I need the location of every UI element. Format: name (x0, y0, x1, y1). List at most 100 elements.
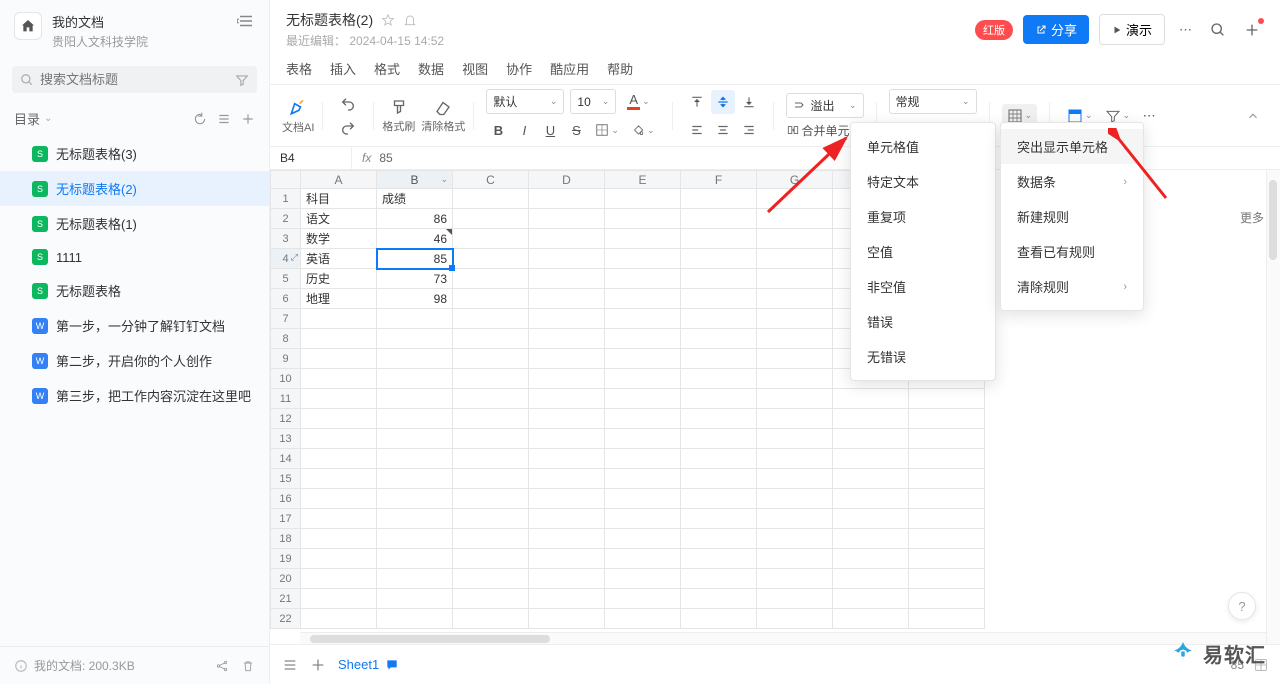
menu-酷应用[interactable]: 酷应用 (550, 59, 589, 78)
name-box[interactable]: B4 (270, 147, 352, 169)
cell[interactable] (605, 529, 681, 549)
cell[interactable] (681, 609, 757, 629)
cell[interactable]: 地理 (301, 289, 377, 309)
cell[interactable] (681, 589, 757, 609)
cell[interactable] (529, 409, 605, 429)
cell[interactable] (909, 569, 985, 589)
cell[interactable] (453, 209, 529, 229)
clear-format-button[interactable]: 清除格式 (419, 96, 467, 136)
cell[interactable] (529, 349, 605, 369)
cell[interactable] (757, 569, 833, 589)
cell[interactable] (377, 369, 453, 389)
cell[interactable] (757, 549, 833, 569)
menu-帮助[interactable]: 帮助 (607, 59, 633, 78)
cell[interactable] (453, 349, 529, 369)
cell[interactable] (453, 589, 529, 609)
cell[interactable] (605, 469, 681, 489)
cell[interactable] (757, 469, 833, 489)
present-button[interactable]: 演示 (1099, 14, 1165, 45)
select-all-corner[interactable] (271, 171, 301, 189)
row-header[interactable]: 21 (271, 589, 301, 609)
cell[interactable]: 98 (377, 289, 453, 309)
cell[interactable] (833, 489, 909, 509)
sidebar-item[interactable]: W第二步，开启你的个人创作 (0, 343, 269, 378)
cell[interactable] (833, 509, 909, 529)
menu-协作[interactable]: 协作 (506, 59, 532, 78)
font-size-select[interactable]: 10⌄ (570, 89, 616, 114)
cell[interactable] (453, 269, 529, 289)
menu-item[interactable]: 数据条› (1001, 164, 1143, 199)
sidebar-item[interactable]: W第三步，把工作内容沉淀在这里吧 (0, 378, 269, 413)
cell[interactable] (529, 489, 605, 509)
add-sheet-button[interactable] (310, 657, 326, 673)
cell[interactable] (301, 609, 377, 629)
cell[interactable] (529, 389, 605, 409)
search-input[interactable] (40, 72, 231, 87)
row-header[interactable]: 6 (271, 289, 301, 309)
vertical-scrollbar[interactable] (1266, 170, 1280, 644)
row-header[interactable]: 12 (271, 409, 301, 429)
cell[interactable] (453, 529, 529, 549)
cell[interactable] (605, 429, 681, 449)
toolbar-collapse-button[interactable] (1246, 109, 1270, 123)
cell[interactable] (453, 229, 529, 249)
sidebar-item[interactable]: S无标题表格(2) (0, 171, 269, 206)
menu-格式[interactable]: 格式 (374, 59, 400, 78)
menu-item[interactable]: 单元格值 (851, 129, 995, 164)
cell[interactable] (377, 589, 453, 609)
cell[interactable] (301, 329, 377, 349)
cell[interactable] (605, 609, 681, 629)
cell[interactable] (377, 469, 453, 489)
sidebar-item[interactable]: S无标题表格(1) (0, 206, 269, 241)
cell[interactable] (909, 509, 985, 529)
column-header[interactable]: F (681, 171, 757, 189)
cell[interactable] (453, 609, 529, 629)
cell[interactable] (757, 189, 833, 209)
cell[interactable] (833, 589, 909, 609)
cell[interactable] (909, 449, 985, 469)
cell[interactable] (529, 269, 605, 289)
cell[interactable] (757, 509, 833, 529)
cell[interactable] (681, 369, 757, 389)
cell[interactable] (833, 569, 909, 589)
cell[interactable] (605, 349, 681, 369)
cell[interactable]: 历史 (301, 269, 377, 289)
cell[interactable] (377, 509, 453, 529)
cell[interactable] (377, 609, 453, 629)
menu-item[interactable]: 非空值 (851, 269, 995, 304)
cell[interactable] (681, 529, 757, 549)
add-button[interactable] (1240, 18, 1264, 42)
row-header[interactable]: 15 (271, 469, 301, 489)
cell[interactable] (909, 469, 985, 489)
sidebar-collapse-button[interactable] (237, 12, 255, 30)
filter-icon[interactable] (235, 73, 249, 87)
wrap-select[interactable]: 溢出⌄ (786, 93, 864, 118)
strike-button[interactable]: S (564, 118, 588, 142)
cell[interactable] (605, 309, 681, 329)
row-header[interactable]: 4⤢ (271, 249, 301, 269)
share-link-button[interactable] (215, 659, 229, 673)
cell[interactable] (681, 509, 757, 529)
cell[interactable] (529, 589, 605, 609)
menu-item[interactable]: 特定文本 (851, 164, 995, 199)
column-header[interactable]: A (301, 171, 377, 189)
row-expand-icon[interactable]: ⤢ (291, 252, 298, 263)
cell[interactable] (377, 449, 453, 469)
menu-item[interactable]: 新建规则 (1001, 199, 1143, 234)
share-button[interactable]: 分享 (1023, 15, 1089, 44)
cell[interactable] (301, 589, 377, 609)
cell[interactable] (529, 289, 605, 309)
row-header[interactable]: 7 (271, 309, 301, 329)
align-right-button[interactable] (737, 118, 761, 142)
cell[interactable] (757, 229, 833, 249)
cell[interactable] (605, 229, 681, 249)
cell[interactable] (453, 449, 529, 469)
cell[interactable] (453, 429, 529, 449)
cell[interactable] (301, 469, 377, 489)
cell[interactable]: 科目 (301, 189, 377, 209)
cell[interactable] (681, 189, 757, 209)
menu-item[interactable]: 突出显示单元格› (1001, 129, 1143, 164)
cell[interactable]: 成绩 (377, 189, 453, 209)
formula-bar[interactable]: 85 (379, 151, 392, 165)
cell[interactable] (757, 309, 833, 329)
